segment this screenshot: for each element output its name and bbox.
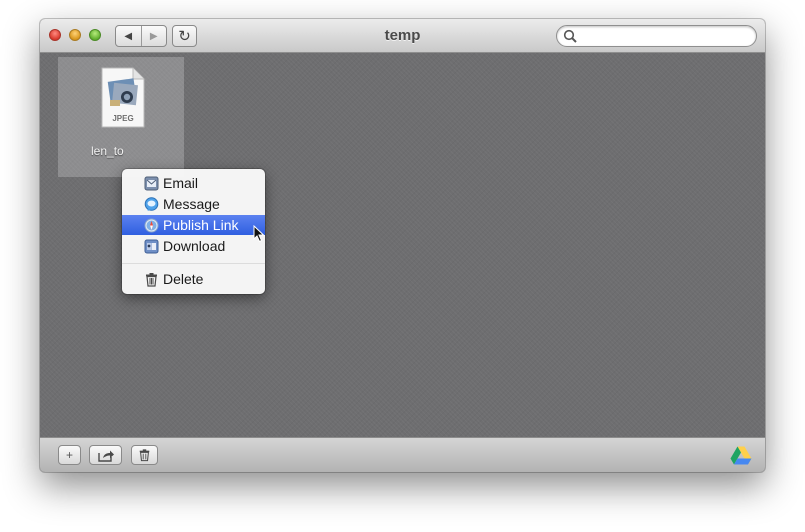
- search-input[interactable]: [581, 28, 753, 46]
- menu-item-label: Publish Link: [163, 217, 239, 233]
- menu-item-message[interactable]: Message: [122, 194, 265, 214]
- trash-icon: [146, 272, 157, 287]
- file-name-label: len_to: [91, 144, 124, 158]
- menu-item-label: Message: [163, 196, 220, 212]
- svg-text:JPEG: JPEG: [112, 114, 133, 123]
- search-icon: [563, 29, 577, 43]
- file-browser-area[interactable]: JPEG len_to Email Message Publish Link D…: [40, 53, 765, 437]
- menu-item-publish-link[interactable]: Publish Link: [122, 215, 265, 235]
- mouse-pointer-icon: [253, 225, 265, 243]
- google-drive-icon: [730, 446, 752, 465]
- delete-button[interactable]: [131, 445, 158, 465]
- share-icon: [97, 450, 114, 462]
- search-field[interactable]: [556, 25, 757, 47]
- menu-item-delete[interactable]: Delete: [122, 269, 265, 289]
- jpeg-file-icon: JPEG: [101, 67, 145, 128]
- app-window: ◀ ▶ ↻ temp JPEG len_to Email Message Pub…: [40, 19, 765, 472]
- add-icon: +: [65, 448, 73, 462]
- share-button[interactable]: [89, 445, 122, 465]
- context-menu: Email Message Publish Link Download Dele…: [122, 169, 265, 294]
- menu-item-email[interactable]: Email: [122, 173, 265, 193]
- menu-item-download[interactable]: Download: [122, 236, 265, 256]
- menu-item-label: Email: [163, 175, 199, 191]
- download-icon: [144, 239, 159, 253]
- file-item[interactable]: JPEG len_to: [58, 57, 184, 177]
- safari-compass-icon: [144, 218, 159, 232]
- trash-icon: [139, 449, 150, 462]
- mail-icon: [144, 176, 159, 190]
- menu-item-label: Delete: [163, 271, 204, 287]
- message-bubble-icon: [144, 196, 159, 211]
- menu-divider: [122, 263, 265, 264]
- menu-item-label: Download: [163, 238, 226, 254]
- bottom-toolbar: +: [40, 437, 765, 472]
- add-button[interactable]: +: [58, 445, 81, 465]
- title-bar: ◀ ▶ ↻ temp: [40, 19, 765, 53]
